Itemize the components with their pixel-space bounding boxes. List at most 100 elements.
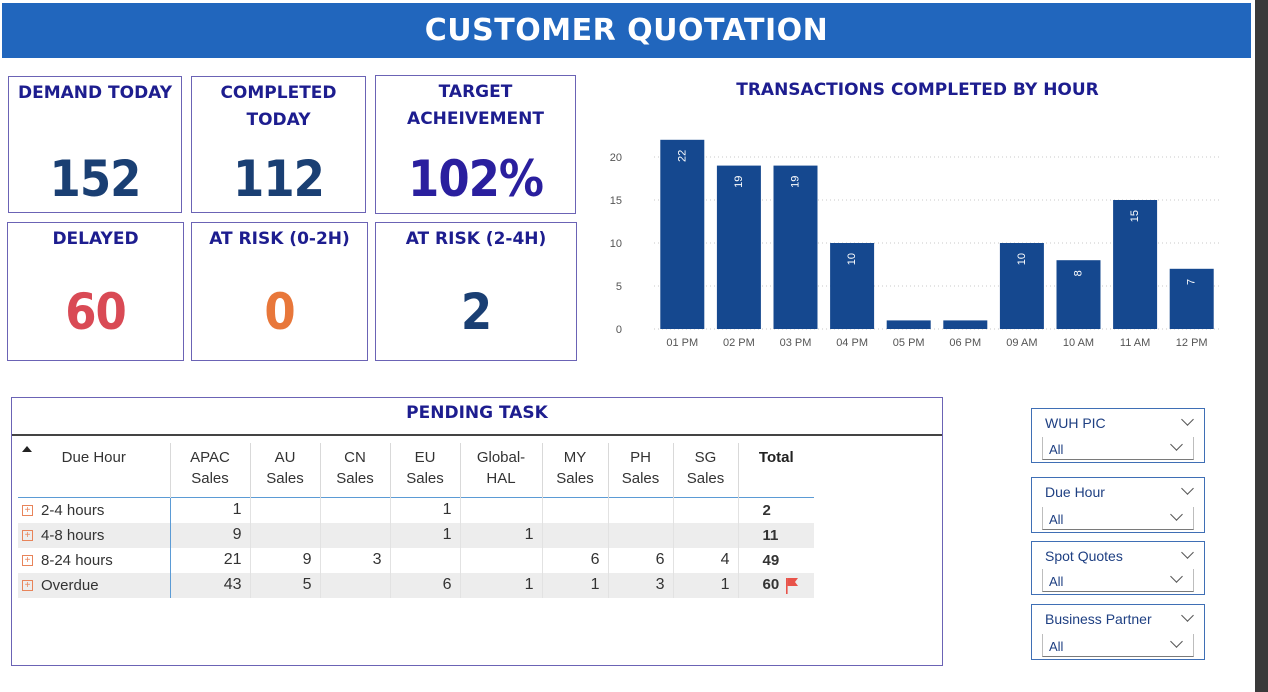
slicer-wuh-pic[interactable]: WUH PIC All — [1031, 408, 1205, 463]
row-label: 4-8 hours — [41, 526, 105, 544]
chevron-down-icon[interactable] — [1170, 570, 1183, 583]
table-cell — [460, 547, 543, 573]
slicer-due-hour[interactable]: Due Hour All — [1031, 477, 1205, 533]
slicer-spot-quotes[interactable]: Spot Quotes All — [1031, 541, 1205, 595]
kpi-at-risk-2-4h[interactable]: AT RISK (2-4H) 2 — [375, 222, 577, 361]
kpi-value: 112 — [233, 150, 325, 208]
kpi-label: COMPLETED TODAY — [220, 83, 337, 130]
slicer-dropdown[interactable]: All — [1042, 569, 1194, 592]
table-cell — [673, 522, 739, 548]
table-cell — [320, 572, 391, 598]
kpi-at-risk-0-2h[interactable]: AT RISK (0-2H) 0 — [191, 222, 368, 361]
slicer-value: All — [1049, 442, 1064, 457]
x-tick-label: 03 PM — [780, 337, 812, 349]
x-tick-label: 06 PM — [949, 337, 981, 349]
table-row: +8-24 hours 21 9 3 6 6 4 49 — [18, 547, 814, 573]
pending-task-table: Due Hour APAC Sales AU Sales CN Sales EU Sales Gl… — [18, 443, 814, 598]
plus-square-icon[interactable]: + — [22, 580, 33, 592]
bar-data-label: 8 — [1073, 270, 1085, 276]
chevron-down-icon[interactable] — [1170, 438, 1183, 451]
plus-square-icon[interactable]: + — [22, 505, 33, 517]
table-cell: 43 — [170, 572, 251, 598]
slicer-business-partner[interactable]: Business Partner All — [1031, 604, 1205, 660]
row-header[interactable]: +2-4 hours — [18, 497, 171, 523]
table-cell: 4 — [673, 547, 739, 573]
pending-task-title: PENDING TASK — [12, 398, 942, 436]
chevron-down-icon[interactable] — [1170, 635, 1183, 648]
column-header[interactable]: Global- HAL — [460, 443, 543, 498]
row-header[interactable]: +4-8 hours — [18, 522, 171, 548]
y-tick-label: 20 — [610, 152, 622, 164]
kpi-value: 102% — [408, 150, 544, 208]
slicer-title: WUH PIC — [1045, 415, 1106, 431]
bar[interactable] — [1169, 268, 1214, 329]
row-total: 2 — [762, 501, 771, 519]
column-header[interactable]: Total — [738, 443, 814, 498]
chevron-down-icon[interactable] — [1181, 482, 1194, 495]
kpi-completed-today[interactable]: COMPLETED TODAY 112 — [191, 76, 366, 213]
kpi-label: AT RISK (2-4H) — [405, 229, 547, 249]
bar-data-label: 10 — [1016, 253, 1028, 265]
table-cell — [320, 497, 391, 523]
y-tick-label: 0 — [616, 324, 622, 336]
slicer-title: Due Hour — [1045, 484, 1105, 500]
bar-data-label: 15 — [1129, 210, 1141, 222]
table-cell — [673, 497, 739, 523]
row-total: 11 — [738, 522, 814, 548]
bar[interactable] — [886, 320, 931, 329]
table-cell: 3 — [608, 572, 674, 598]
kpi-demand-today[interactable]: DEMAND TODAY 152 — [8, 76, 182, 213]
column-header[interactable]: AU Sales — [250, 443, 321, 498]
chevron-down-icon[interactable] — [1170, 508, 1183, 521]
table-cell — [250, 522, 321, 548]
y-tick-label: 15 — [610, 195, 622, 207]
slicer-dropdown[interactable]: All — [1042, 437, 1194, 460]
table-cell: 1 — [460, 522, 543, 548]
column-header[interactable]: Due Hour — [18, 443, 171, 498]
title-bar: CUSTOMER QUOTATION — [2, 3, 1251, 58]
kpi-label: AT RISK (0-2H) — [209, 229, 350, 249]
bar-data-label: 19 — [733, 176, 745, 188]
y-tick-label: 10 — [610, 238, 622, 250]
table-cell: 1 — [390, 522, 461, 548]
column-header[interactable]: PH Sales — [608, 443, 674, 498]
column-header[interactable]: APAC Sales — [170, 443, 251, 498]
table-cell: 1 — [673, 572, 739, 598]
plus-square-icon[interactable]: + — [22, 530, 33, 542]
x-tick-label: 11 AM — [1120, 337, 1150, 349]
table-cell — [608, 522, 674, 548]
column-header[interactable]: SG Sales — [673, 443, 739, 498]
chevron-down-icon[interactable] — [1181, 413, 1194, 426]
slicer-value: All — [1049, 574, 1064, 589]
chevron-down-icon[interactable] — [1181, 546, 1194, 559]
column-header[interactable]: CN Sales — [320, 443, 391, 498]
plus-square-icon[interactable]: + — [22, 555, 33, 567]
chart-title: TRANSACTIONS COMPLETED BY HOUR — [736, 80, 1099, 100]
bar-data-label: 7 — [1186, 279, 1198, 285]
bar[interactable] — [943, 320, 988, 329]
chevron-down-icon[interactable] — [1181, 609, 1194, 622]
row-header[interactable]: +8-24 hours — [18, 547, 171, 573]
slicer-dropdown[interactable]: All — [1042, 634, 1194, 657]
kpi-target-achievement[interactable]: TARGET ACHEIVEMENT 102% — [375, 75, 576, 214]
pending-task-panel: PENDING TASK Due Hour APAC Sales AU Sales CN S… — [11, 397, 943, 666]
row-header[interactable]: + Overdue — [18, 572, 171, 598]
table-cell: 1 — [390, 497, 461, 523]
table-cell: 1 — [542, 572, 609, 598]
column-header[interactable]: EU Sales — [390, 443, 461, 498]
bar[interactable] — [773, 165, 818, 329]
slicer-dropdown[interactable]: All — [1042, 507, 1194, 530]
kpi-value: 2 — [460, 283, 492, 341]
column-header[interactable]: MY Sales — [542, 443, 609, 498]
bar[interactable] — [716, 165, 761, 329]
kpi-delayed[interactable]: DELAYED 60 — [7, 222, 184, 361]
x-tick-label: 05 PM — [893, 337, 925, 349]
bar-data-label: 22 — [676, 150, 688, 162]
y-tick-label: 5 — [616, 281, 622, 293]
table-cell: 1 — [170, 497, 251, 523]
kpi-value: 0 — [264, 283, 295, 341]
bar[interactable] — [660, 139, 705, 329]
table-cell: 6 — [542, 547, 609, 573]
kpi-value: 60 — [65, 283, 127, 341]
row-label: 8-24 hours — [41, 551, 113, 569]
